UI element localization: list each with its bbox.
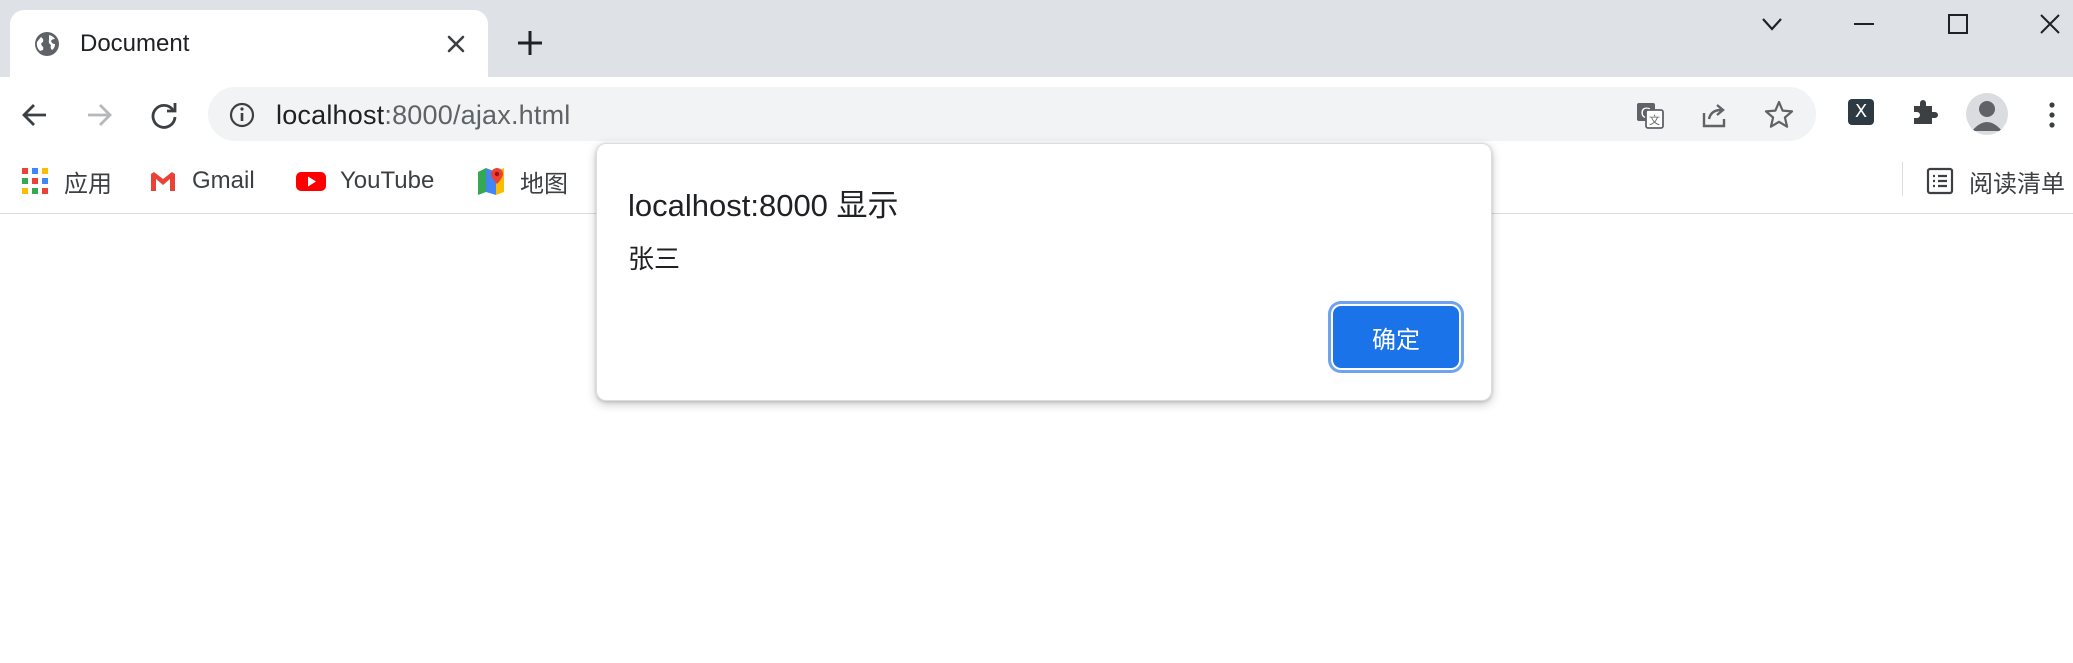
bookmark-apps[interactable]: 应用 [20,164,112,198]
reading-list-label: 阅读清单 [1969,170,2065,198]
minimize-icon[interactable] [1850,10,1878,38]
apps-grid-icon [22,168,48,194]
dialog-message: 张三 [628,244,681,274]
tab-title: Document [80,30,190,57]
bookmark-label: 地图 [520,170,568,198]
window-close-icon[interactable] [2036,10,2064,38]
gmail-icon [151,172,175,191]
alert-dialog: localhost:8000 显示 张三 确定 [596,143,1492,401]
bookmark-label: YouTube [340,167,435,194]
reload-icon[interactable] [147,98,181,132]
url-host: localhost [276,100,385,130]
youtube-icon [296,172,326,191]
browser-window: Document localhost:8000/ajax.html 文 X 应用… [0,0,2073,663]
active-tab[interactable]: Document [10,10,488,77]
tab-strip: Document [0,0,2073,77]
reading-list-icon [1926,167,1954,195]
share-icon[interactable] [1698,99,1730,131]
bookmark-gmail[interactable]: Gmail [148,164,255,198]
navigation-toolbar: localhost:8000/ajax.html G 文 X [0,77,2073,152]
ok-button[interactable]: 确定 [1333,306,1459,368]
dialog-title: localhost:8000 显示 [628,188,899,223]
back-arrow-icon[interactable] [18,98,52,132]
new-tab-plus-icon[interactable] [515,28,545,58]
translate-icon[interactable]: G 文 [1634,99,1666,131]
tab-search-chevron-down-icon[interactable] [1758,10,1786,38]
bookmark-label: Gmail [192,167,255,194]
extension-x-icon[interactable]: X [1848,99,1874,125]
address-bar[interactable]: localhost:8000/ajax.html G 文 [208,87,1816,141]
close-icon[interactable] [442,30,470,58]
svg-text:文: 文 [1649,113,1660,127]
bookmark-label: 应用 [64,170,112,198]
profile-avatar[interactable] [1966,93,2008,135]
bookmark-maps[interactable]: 地图 [476,164,568,198]
url-text[interactable]: localhost:8000/ajax.html [276,100,570,131]
more-menu-icon[interactable] [2035,98,2069,132]
reading-list-button[interactable]: 阅读清单 [1925,164,2065,198]
url-path: :8000/ajax.html [384,100,571,130]
extensions-puzzle-icon[interactable] [1908,95,1942,129]
bookmark-youtube[interactable]: YouTube [296,164,434,198]
maps-icon [478,168,504,195]
forward-arrow-icon[interactable] [82,98,116,132]
person-icon [1972,101,2002,131]
globe-icon [35,32,59,56]
bookmarks-divider [1902,162,1903,196]
site-info-icon[interactable] [228,101,256,129]
maximize-icon[interactable] [1944,10,1972,38]
bookmark-star-icon[interactable] [1763,99,1795,131]
